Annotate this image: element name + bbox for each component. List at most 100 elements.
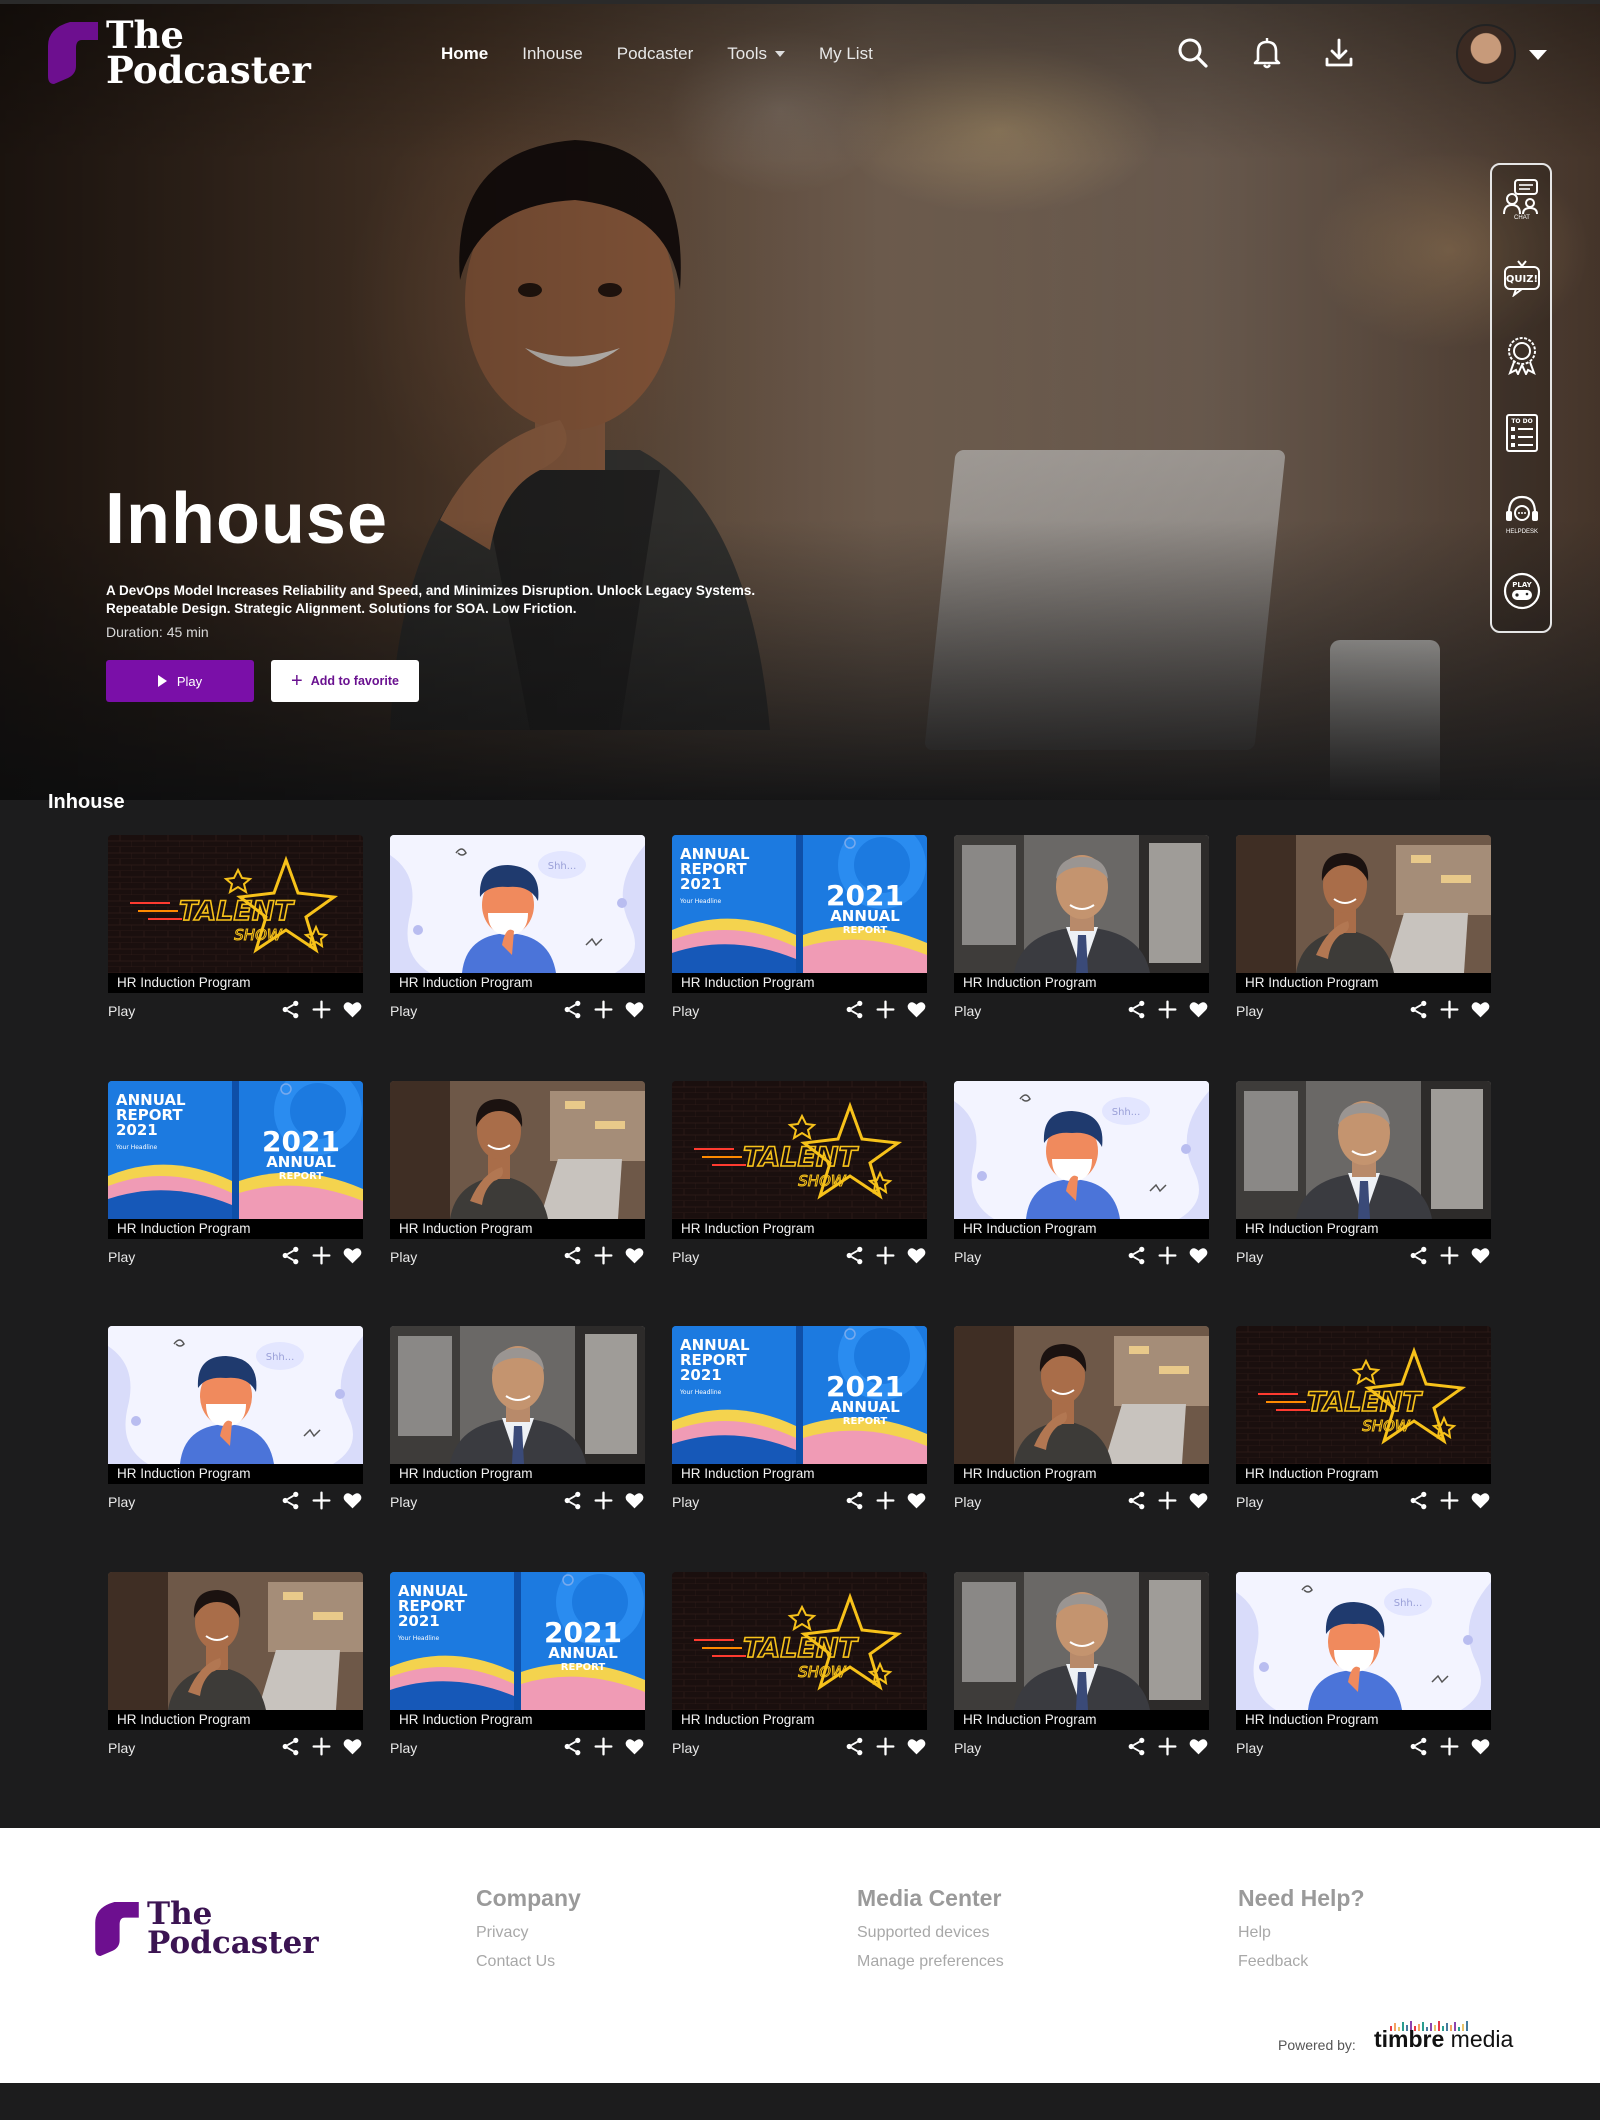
card-play-link[interactable]: Play xyxy=(672,1494,699,1510)
share-icon[interactable] xyxy=(280,999,301,1020)
video-card[interactable]: ANNUAL REPORT 2021 Your Headline 2021 AN… xyxy=(108,1080,363,1271)
chat-tool-button[interactable]: CHAT xyxy=(1501,177,1543,223)
video-thumbnail[interactable] xyxy=(1236,1080,1491,1219)
add-to-list-icon[interactable] xyxy=(1157,1245,1178,1266)
share-icon[interactable] xyxy=(1126,1245,1147,1266)
card-play-link[interactable]: Play xyxy=(1236,1003,1263,1019)
hero-play-button[interactable]: Play xyxy=(106,660,254,702)
share-icon[interactable] xyxy=(1408,1245,1429,1266)
heart-icon[interactable] xyxy=(1188,999,1209,1020)
video-card[interactable]: ANNUAL REPORT 2021 Your Headline 2021 AN… xyxy=(390,1571,645,1762)
heart-icon[interactable] xyxy=(906,999,927,1020)
video-thumbnail[interactable]: ANNUAL REPORT 2021 Your Headline 2021 AN… xyxy=(390,1571,645,1710)
bell-icon[interactable] xyxy=(1250,36,1284,70)
video-thumbnail[interactable]: ANNUAL REPORT 2021 Your Headline 2021 AN… xyxy=(672,835,927,973)
nav-item-home[interactable]: Home xyxy=(441,44,488,64)
heart-icon[interactable] xyxy=(1470,1736,1491,1757)
heart-icon[interactable] xyxy=(342,999,363,1020)
video-thumbnail[interactable] xyxy=(390,1080,645,1219)
share-icon[interactable] xyxy=(844,1245,865,1266)
share-icon[interactable] xyxy=(1126,1490,1147,1511)
footer-link-supported-devices[interactable]: Supported devices xyxy=(857,1924,1004,1942)
footer-link-feedback[interactable]: Feedback xyxy=(1238,1953,1365,1971)
nav-item-inhouse[interactable]: Inhouse xyxy=(522,44,583,64)
video-thumbnail[interactable] xyxy=(108,1571,363,1710)
share-icon[interactable] xyxy=(844,1736,865,1757)
heart-icon[interactable] xyxy=(1470,999,1491,1020)
video-thumbnail[interactable]: TALENT SHOW xyxy=(1236,1326,1491,1464)
video-thumbnail[interactable]: Shh... xyxy=(1236,1571,1491,1710)
card-play-link[interactable]: Play xyxy=(672,1249,699,1265)
video-card[interactable]: Shh... HR Induction Program Play xyxy=(390,835,645,1025)
share-icon[interactable] xyxy=(1408,1736,1429,1757)
heart-icon[interactable] xyxy=(342,1736,363,1757)
add-to-list-icon[interactable] xyxy=(1157,1490,1178,1511)
footer-link-contact-us[interactable]: Contact Us xyxy=(476,1953,581,1971)
video-thumbnail[interactable]: Shh... xyxy=(108,1326,363,1464)
share-icon[interactable] xyxy=(562,1736,583,1757)
video-thumbnail[interactable] xyxy=(1236,835,1491,973)
heart-icon[interactable] xyxy=(906,1490,927,1511)
video-thumbnail[interactable] xyxy=(390,1326,645,1464)
share-icon[interactable] xyxy=(1126,999,1147,1020)
add-to-list-icon[interactable] xyxy=(311,999,332,1020)
add-to-list-icon[interactable] xyxy=(311,1490,332,1511)
video-card[interactable]: ANNUAL REPORT 2021 Your Headline 2021 AN… xyxy=(672,835,927,1025)
heart-icon[interactable] xyxy=(624,1245,645,1266)
add-to-list-icon[interactable] xyxy=(1157,999,1178,1020)
search-icon[interactable] xyxy=(1176,36,1210,70)
todo-tool-button[interactable]: TO DO xyxy=(1501,413,1543,459)
footer-link-help[interactable]: Help xyxy=(1238,1924,1365,1942)
heart-icon[interactable] xyxy=(624,999,645,1020)
share-icon[interactable] xyxy=(844,1490,865,1511)
quiz-tool-button[interactable]: QUIZ! xyxy=(1501,257,1543,303)
card-play-link[interactable]: Play xyxy=(108,1494,135,1510)
heart-icon[interactable] xyxy=(624,1490,645,1511)
add-to-list-icon[interactable] xyxy=(593,1736,614,1757)
add-to-list-icon[interactable] xyxy=(593,1245,614,1266)
share-icon[interactable] xyxy=(562,1490,583,1511)
footer-link-manage-preferences[interactable]: Manage preferences xyxy=(857,1953,1004,1971)
video-card[interactable]: HR Induction Program Play xyxy=(390,1326,645,1516)
card-play-link[interactable]: Play xyxy=(1236,1249,1263,1265)
video-thumbnail[interactable]: Shh... xyxy=(954,1080,1209,1219)
card-play-link[interactable]: Play xyxy=(672,1003,699,1019)
video-thumbnail[interactable]: Shh... xyxy=(390,835,645,973)
badge-tool-button[interactable] xyxy=(1501,335,1543,381)
video-thumbnail[interactable]: TALENT SHOW xyxy=(672,1080,927,1219)
share-icon[interactable] xyxy=(562,1245,583,1266)
video-card[interactable]: Shh... HR Induction Program Play xyxy=(1236,1571,1491,1762)
share-icon[interactable] xyxy=(1408,999,1429,1020)
video-card[interactable]: HR Induction Program Play xyxy=(954,835,1209,1025)
card-play-link[interactable]: Play xyxy=(954,1249,981,1265)
nav-item-tools[interactable]: Tools xyxy=(727,44,785,64)
heart-icon[interactable] xyxy=(1188,1736,1209,1757)
card-play-link[interactable]: Play xyxy=(1236,1494,1263,1510)
video-card[interactable]: HR Induction Program Play xyxy=(108,1571,363,1762)
add-to-list-icon[interactable] xyxy=(311,1245,332,1266)
add-to-list-icon[interactable] xyxy=(1439,1736,1460,1757)
video-thumbnail[interactable]: TALENT SHOW xyxy=(672,1571,927,1710)
share-icon[interactable] xyxy=(280,1490,301,1511)
partner-logo[interactable]: timbre media xyxy=(1374,2026,1513,2053)
video-card[interactable]: Shh... HR Induction Program Play xyxy=(954,1080,1209,1271)
card-play-link[interactable]: Play xyxy=(672,1740,699,1756)
video-card[interactable]: HR Induction Program Play xyxy=(1236,1080,1491,1271)
heart-icon[interactable] xyxy=(1188,1490,1209,1511)
heart-icon[interactable] xyxy=(906,1245,927,1266)
add-to-list-icon[interactable] xyxy=(875,1245,896,1266)
video-thumbnail[interactable]: TALENT SHOW xyxy=(108,835,363,973)
add-to-list-icon[interactable] xyxy=(593,999,614,1020)
app-logo[interactable]: The Podcaster xyxy=(48,16,311,89)
video-thumbnail[interactable] xyxy=(954,1571,1209,1710)
share-icon[interactable] xyxy=(1408,1490,1429,1511)
add-to-list-icon[interactable] xyxy=(1157,1736,1178,1757)
game-tool-button[interactable]: PLAY xyxy=(1501,571,1543,617)
video-card[interactable]: HR Induction Program Play xyxy=(954,1326,1209,1516)
share-icon[interactable] xyxy=(844,999,865,1020)
profile-menu-chevron-icon[interactable] xyxy=(1529,50,1547,60)
card-play-link[interactable]: Play xyxy=(390,1003,417,1019)
add-to-list-icon[interactable] xyxy=(311,1736,332,1757)
video-card[interactable]: TALENT SHOW HR Induction Program Play xyxy=(672,1571,927,1762)
add-to-list-icon[interactable] xyxy=(875,999,896,1020)
